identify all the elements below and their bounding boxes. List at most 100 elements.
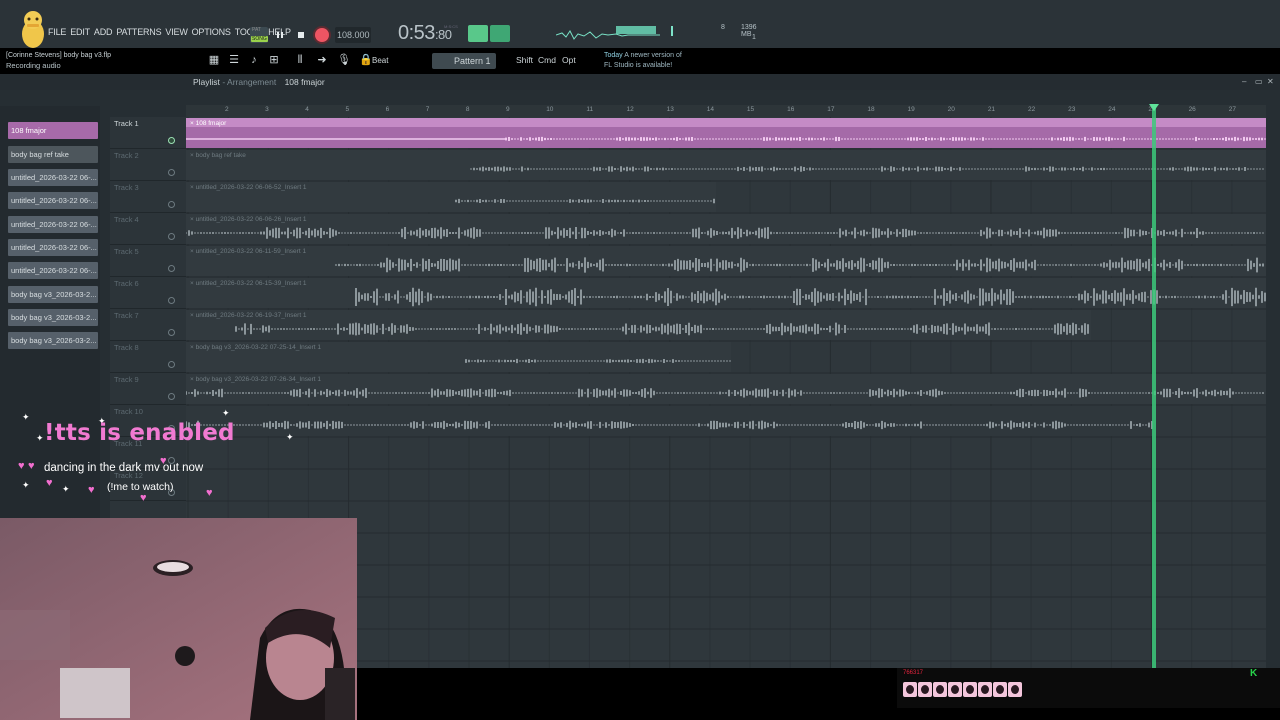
ruler-bar-number: 7 <box>425 106 430 113</box>
menu-add[interactable]: ADD <box>94 27 113 37</box>
clip-source[interactable]: untitled_2026-03-22 06-... <box>8 192 98 209</box>
browser-icon[interactable]: ⊞ <box>266 52 282 68</box>
track-mute-icon[interactable] <box>168 169 175 176</box>
donation-widget: 766317 <box>897 668 1280 708</box>
plugin-icon[interactable]: ⫴ <box>292 52 308 68</box>
track-header[interactable]: Track 2 <box>110 149 186 181</box>
track-mute-icon[interactable] <box>168 201 175 208</box>
microphone-icon[interactable]: 🎙 <box>336 52 352 68</box>
clip-source[interactable]: untitled_2026-03-22 06-... <box>8 216 98 233</box>
ruler-bar-number: 3 <box>265 106 269 113</box>
tempo-display[interactable]: 108.000 <box>335 27 371 43</box>
ruler-bar-number: 17 <box>827 106 835 113</box>
stop-button[interactable] <box>294 27 308 43</box>
cmd-button[interactable]: Cmd <box>538 55 556 65</box>
track-mute-icon[interactable] <box>168 297 175 304</box>
menu-view[interactable]: VIEW <box>165 27 187 37</box>
ruler-bar-number: 14 <box>706 106 715 113</box>
news-panel[interactable]: Today A newer version of FL Studio is av… <box>604 51 682 70</box>
clip-source[interactable]: body bag v3_2026-03-2... <box>8 332 98 349</box>
audio-clip-body <box>186 214 1266 244</box>
pattern-selector[interactable]: Pattern 1 <box>432 53 496 69</box>
track-header[interactable]: Track 8 <box>110 341 186 373</box>
clip-source[interactable]: untitled_2026-03-22 06-... <box>8 239 98 256</box>
menu-patterns[interactable]: PATTERNS <box>116 27 161 37</box>
heart-icon: ♥ <box>88 484 95 496</box>
clip-source[interactable]: body bag v3_2026-03-2... <box>8 309 98 326</box>
playhead-marker-icon[interactable] <box>1149 104 1159 111</box>
menu-options[interactable]: OPTIONS <box>192 27 231 37</box>
ruler-bar-number: 15 <box>746 106 755 113</box>
track-header[interactable]: Track 4 <box>110 213 186 245</box>
audio-clip[interactable]: × untitled_2026-03-22 06-19-37_Insert 1 <box>186 310 1091 340</box>
menu-file[interactable]: FILE <box>48 27 66 37</box>
audio-clip[interactable]: × body bag v3_2026-03-22 07-25-14_Insert… <box>186 342 731 372</box>
audio-clip-body <box>186 150 1266 180</box>
track-header[interactable]: Track 1 <box>110 117 186 149</box>
playhead[interactable] <box>1152 105 1156 668</box>
audio-clip[interactable]: × untitled_2026-03-22 06-15-39_Insert 1 <box>186 278 1266 308</box>
track-header[interactable]: Track 5 <box>110 245 186 277</box>
typing-keyboard-button[interactable] <box>468 25 488 42</box>
piano-roll-icon[interactable]: ♪ <box>246 52 262 68</box>
ruler-bar-number: 22 <box>1027 106 1036 113</box>
track-header[interactable]: Track 9 <box>110 373 186 405</box>
step-edit-button[interactable] <box>490 25 510 42</box>
timeline-ruler[interactable]: 2345678910111213141516171819202122232425… <box>186 105 1266 117</box>
mascot-logo-icon <box>22 11 44 48</box>
sparkle-icon: ✦ <box>222 408 230 418</box>
audio-clip[interactable] <box>186 406 1154 436</box>
ruler-bar-number: 4 <box>305 106 309 113</box>
track-header[interactable]: Track 7 <box>110 309 186 341</box>
clip-source[interactable]: 108 fmajor <box>8 122 98 139</box>
track-header[interactable]: Track 6 <box>110 277 186 309</box>
audio-clip-label: × untitled_2026-03-22 06-11-59_Insert 1 <box>190 248 306 255</box>
sparkle-icon: ✦ <box>286 432 294 442</box>
sticker-icon <box>933 682 947 697</box>
audio-clip[interactable]: × untitled_2026-03-22 06-11-59_Insert 1 <box>186 246 1266 276</box>
track-header[interactable]: Track 3 <box>110 181 186 213</box>
clip-source[interactable]: body bag ref take <box>8 146 98 163</box>
clip-source[interactable]: untitled_2026-03-22 06-... <box>8 262 98 279</box>
maximize-icon[interactable]: ▭ <box>1255 77 1263 86</box>
sticker-icon <box>918 682 932 697</box>
mixer-icon[interactable]: ▦ <box>206 52 222 68</box>
sticker-icon <box>993 682 1007 697</box>
snap-beat-label[interactable]: Beat <box>372 56 388 65</box>
pat-song-toggle[interactable]: PAT SONG <box>250 27 268 43</box>
opt-button[interactable]: Opt <box>562 55 576 65</box>
record-button[interactable] <box>313 26 331 44</box>
menu-edit[interactable]: EDIT <box>70 27 90 37</box>
track-mute-icon[interactable] <box>168 393 175 400</box>
audio-clip[interactable]: × untitled_2026-03-22 06-06-26_Insert 1 <box>186 214 1266 244</box>
audio-clip-label: × 108 fmajor <box>190 120 227 127</box>
track-mute-icon[interactable] <box>168 329 175 336</box>
heart-icon: ♥ <box>206 487 213 499</box>
ruler-bar-number: 19 <box>907 106 915 113</box>
ruler-bar-number: 18 <box>867 106 875 113</box>
track-mute-icon[interactable] <box>168 361 175 368</box>
heart-icon: ♥ <box>46 477 53 489</box>
channel-rack-icon[interactable]: ☰ <box>226 52 242 68</box>
cpu-memory-panel: 8 1396 MB 1 <box>669 24 769 44</box>
audio-clip[interactable]: × 108 fmajor <box>186 118 1266 148</box>
audio-clip[interactable]: × body bag v3_2026-03-22 07-26-34_Insert… <box>186 374 1266 404</box>
track-mute-icon[interactable] <box>168 137 175 144</box>
shift-button[interactable]: Shift <box>516 55 533 65</box>
pause-button[interactable] <box>273 27 287 43</box>
audio-clip[interactable]: × body bag ref take <box>186 150 1266 180</box>
audio-clip[interactable]: × untitled_2026-03-22 06-06-52_Insert 1 <box>186 182 716 212</box>
playlist-pattern-name[interactable]: 108 fmajor <box>285 77 325 87</box>
track-mute-icon[interactable] <box>168 233 175 240</box>
clip-source[interactable]: body bag v3_2026-03-2... <box>8 286 98 303</box>
track-mute-icon[interactable] <box>168 265 175 272</box>
ruler-bar-number: 12 <box>626 106 634 113</box>
arrow-icon[interactable]: ➜ <box>314 52 330 68</box>
close-icon[interactable]: ✕ <box>1267 77 1274 86</box>
audio-clip-label: × untitled_2026-03-22 06-15-39_Insert 1 <box>190 280 307 287</box>
ruler-bar-number: 23 <box>1068 106 1076 113</box>
clip-source[interactable]: untitled_2026-03-22 06-... <box>8 169 98 186</box>
minimize-icon[interactable]: – <box>1242 77 1246 86</box>
record-icon <box>315 28 329 42</box>
ruler-bar-number: 16 <box>787 106 795 113</box>
